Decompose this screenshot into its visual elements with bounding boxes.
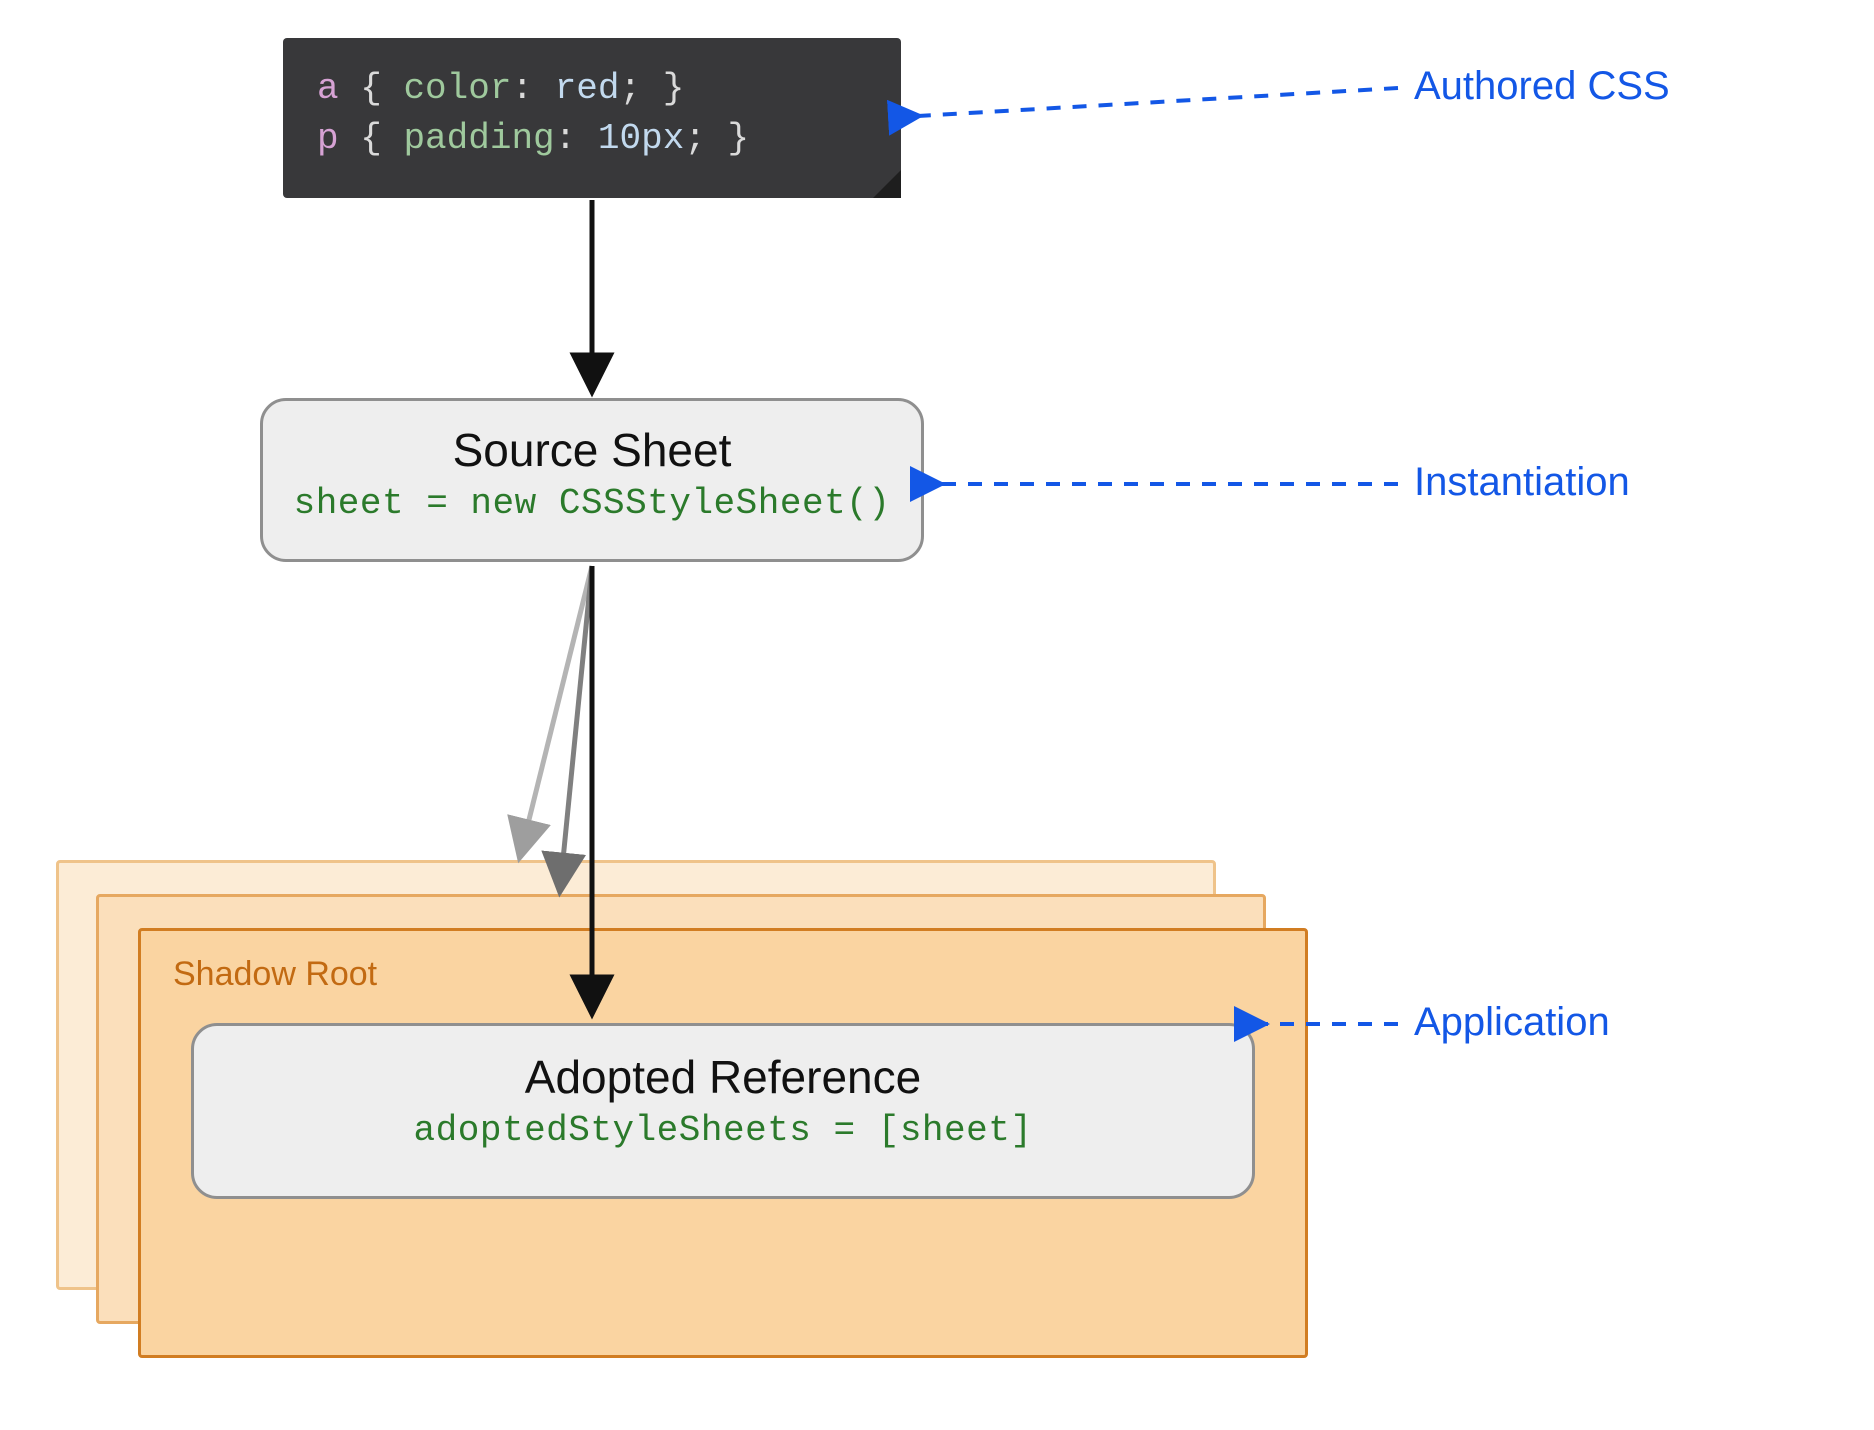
source-sheet-node: Source Sheet sheet = new CSSStyleSheet() [260,398,924,562]
page-fold-icon [873,170,901,198]
annotation-authored-css: Authored CSS [1414,64,1670,109]
arrow-source-to-shadow-middle [560,566,592,890]
authored-css-code-block: a { color: red; } p { padding: 10px; } [283,38,901,198]
shadow-root-card-front: Shadow Root Adopted Reference adoptedSty… [138,928,1308,1358]
css-value: red [555,68,620,109]
css-property: color [403,68,511,109]
brace-open: { [360,118,382,159]
adopted-reference-node: Adopted Reference adoptedStyleSheets = [… [191,1023,1255,1199]
diagram-canvas: a { color: red; } p { padding: 10px; } S… [0,0,1874,1430]
brace-close: } [728,118,750,159]
arrow-source-to-shadow-back [520,566,592,856]
shadow-root-label: Shadow Root [173,955,1273,994]
css-property: padding [403,118,554,159]
code-line-2: p { padding: 10px; } [317,114,867,164]
css-selector: p [317,118,339,159]
source-sheet-title: Source Sheet [263,423,921,477]
shadow-root-stack: Shadow Root Adopted Reference adoptedSty… [56,860,1300,1332]
brace-open: { [360,68,382,109]
code-line-1: a { color: red; } [317,64,867,114]
source-sheet-code: sheet = new CSSStyleSheet() [263,483,921,524]
adopted-reference-title: Adopted Reference [194,1050,1252,1104]
annotation-application: Application [1414,1000,1610,1045]
css-selector: a [317,68,339,109]
css-value: 10px [598,118,684,159]
brace-close: } [663,68,685,109]
annotation-instantiation: Instantiation [1414,460,1630,505]
pointer-authored-css [918,88,1398,116]
adopted-reference-code: adoptedStyleSheets = [sheet] [194,1110,1252,1151]
